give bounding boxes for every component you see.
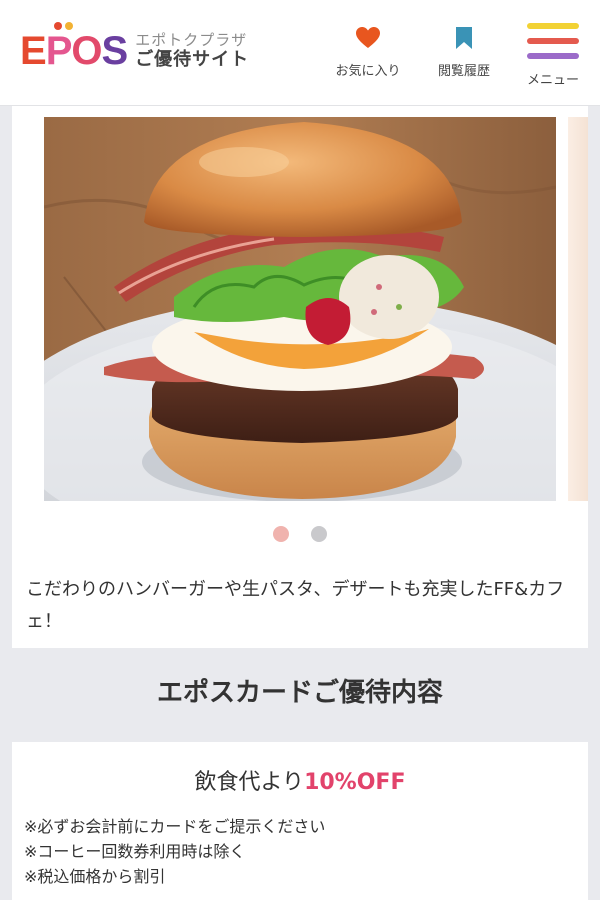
logo-letter-s: S (101, 29, 129, 73)
hamburger-illustration (44, 117, 556, 501)
hamburger-menu-icon (527, 23, 579, 59)
benefit-note: ※コーヒー回数券利用時は除く (24, 842, 246, 861)
heart-icon (356, 27, 380, 48)
shop-slider-card: こだわりのハンバーガーや生パスタ、デザートも充実したFF&カフェ！ (12, 106, 588, 648)
benefit-notes: ※必ずお会計前にカードをご提示ください ※コーヒー回数券利用時は除く ※税込価格… (24, 814, 325, 889)
hamburger-photo[interactable] (44, 117, 556, 501)
benefit-note: ※税込価格から割引 (24, 867, 166, 886)
favorites-button[interactable]: お気に入り (335, 26, 401, 92)
shop-description: こだわりのハンバーガーや生パスタ、デザートも充実したFF&カフェ！ (26, 579, 565, 632)
site-header: E P O S エポトクプラザ ご優待サイト お気に入り 閲覧履歴 メニュー (0, 0, 600, 106)
logo-mark: E P O S (20, 22, 129, 74)
bookmark-icon (456, 27, 472, 49)
logo-dots (54, 22, 73, 30)
benefit-headline: 飲食代より10%OFF (12, 764, 588, 796)
benefit-section-title: エポスカードご優待内容 (156, 678, 443, 708)
slider-dot-2[interactable] (311, 526, 327, 542)
benefit-card: 飲食代より10%OFF ※必ずお会計前にカードをご提示ください ※コーヒー回数券… (12, 742, 588, 900)
benefit-headline-prefix: 飲食代より (194, 770, 305, 795)
history-label: 閲覧履歴 (437, 64, 490, 79)
logo-subtitle: エポトクプラザ (135, 31, 248, 49)
menu-label: メニュー (526, 73, 579, 88)
logo-letter-o: O (71, 29, 102, 73)
logo-text: エポトクプラザ ご優待サイト (135, 33, 249, 69)
menu-button[interactable]: メニュー (524, 20, 582, 88)
logo-letter-e: E (20, 29, 47, 73)
slider-dot-1[interactable] (273, 526, 289, 542)
slider-pagination (12, 526, 588, 542)
logo-title: ご優待サイト (135, 49, 250, 70)
logo-letter-p: P (45, 29, 73, 73)
favorites-label: お気に入り (335, 64, 401, 79)
epos-logo[interactable]: E P O S エポトクプラザ ご優待サイト (20, 22, 250, 74)
next-slide-peek[interactable] (568, 117, 588, 501)
discount-highlight: 10%OFF (304, 770, 406, 795)
history-button[interactable]: 閲覧履歴 (434, 26, 494, 92)
benefit-note: ※必ずお会計前にカードをご提示ください (24, 817, 326, 836)
